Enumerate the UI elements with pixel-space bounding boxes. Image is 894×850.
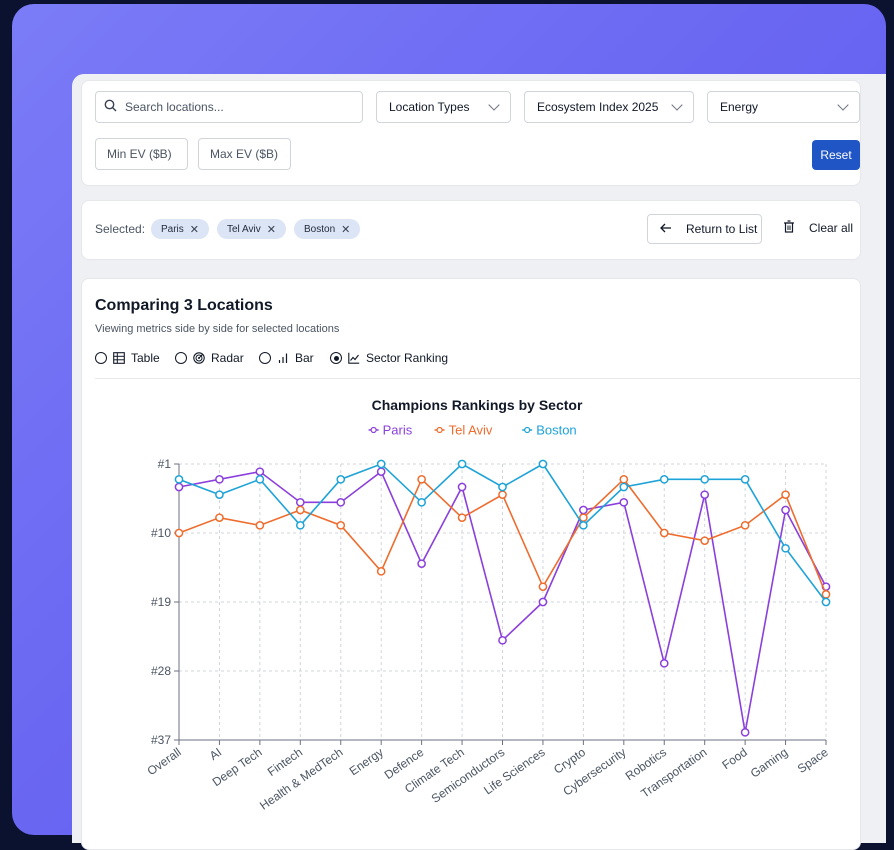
legend-marker	[436, 426, 443, 434]
x-tick-label: Overall	[145, 745, 184, 778]
data-point[interactable]	[700, 474, 710, 484]
data-point[interactable]	[174, 474, 184, 484]
legend-item[interactable]: Tel Aviv	[434, 423, 493, 438]
data-point[interactable]	[215, 474, 224, 484]
x-tick-label: Energy	[347, 745, 386, 778]
data-point[interactable]	[376, 566, 386, 576]
y-tick-label: #1	[158, 457, 172, 471]
data-point[interactable]	[457, 482, 467, 492]
data-point[interactable]	[457, 513, 467, 523]
data-point[interactable]	[295, 505, 305, 515]
data-point[interactable]	[659, 474, 669, 484]
data-point[interactable]	[538, 582, 548, 592]
data-point[interactable]	[498, 635, 507, 645]
data-point[interactable]	[700, 536, 710, 546]
x-tick-label: AI	[207, 745, 224, 763]
data-point[interactable]	[336, 520, 346, 530]
chart-title: Champions Rankings by Sector	[372, 397, 583, 413]
data-point[interactable]	[376, 467, 386, 477]
data-point[interactable]	[579, 520, 588, 530]
data-point[interactable]	[619, 474, 629, 484]
data-point[interactable]	[740, 727, 750, 737]
data-point[interactable]	[215, 513, 224, 523]
sector-ranking-chart: Champions Rankings by Sector Paris Tel Av…	[145, 397, 831, 813]
legend-item[interactable]: Paris	[368, 423, 413, 438]
legend-label: Tel Aviv	[449, 423, 493, 438]
legend-item[interactable]: Boston	[522, 423, 577, 438]
data-point[interactable]	[457, 459, 467, 469]
data-point[interactable]	[619, 497, 629, 507]
chart-grid	[178, 463, 827, 740]
data-point[interactable]	[538, 597, 548, 607]
legend-label: Paris	[383, 423, 413, 438]
data-point[interactable]	[255, 474, 265, 484]
data-point[interactable]	[781, 543, 790, 553]
y-tick-label: #37	[151, 733, 171, 747]
data-point[interactable]	[174, 482, 184, 492]
data-point[interactable]	[417, 497, 426, 507]
data-point[interactable]	[498, 482, 507, 492]
x-tick-label: Food	[719, 745, 749, 772]
data-point[interactable]	[740, 520, 750, 530]
data-point[interactable]	[498, 490, 507, 500]
data-point[interactable]	[417, 474, 426, 484]
data-point[interactable]	[417, 559, 426, 569]
data-point[interactable]	[659, 658, 669, 668]
legend-label: Boston	[536, 423, 576, 438]
data-point[interactable]	[376, 459, 386, 469]
legend-marker	[370, 426, 377, 434]
data-point[interactable]	[781, 505, 790, 515]
x-tick-label: Space	[795, 745, 831, 776]
data-point[interactable]	[659, 528, 669, 538]
data-point[interactable]	[579, 505, 588, 515]
data-point[interactable]	[740, 474, 750, 484]
data-point[interactable]	[781, 490, 790, 500]
chart-legend: Paris Tel Aviv Boston	[368, 423, 577, 438]
data-point[interactable]	[255, 467, 265, 477]
data-point[interactable]	[619, 482, 629, 492]
data-point[interactable]	[821, 597, 831, 607]
data-point[interactable]	[255, 520, 265, 530]
y-tick-label: #19	[151, 595, 171, 609]
x-tick-label: Gaming	[748, 745, 790, 781]
data-point[interactable]	[336, 474, 346, 484]
data-point[interactable]	[538, 459, 548, 469]
data-point[interactable]	[295, 497, 305, 507]
data-point[interactable]	[336, 497, 346, 507]
y-tick-label: #28	[151, 664, 171, 678]
data-point[interactable]	[215, 490, 224, 500]
data-point[interactable]	[174, 528, 184, 538]
y-tick-label: #10	[151, 526, 171, 540]
data-point[interactable]	[700, 490, 710, 500]
legend-marker	[524, 426, 531, 434]
data-point[interactable]	[821, 589, 831, 599]
data-point[interactable]	[295, 520, 305, 530]
